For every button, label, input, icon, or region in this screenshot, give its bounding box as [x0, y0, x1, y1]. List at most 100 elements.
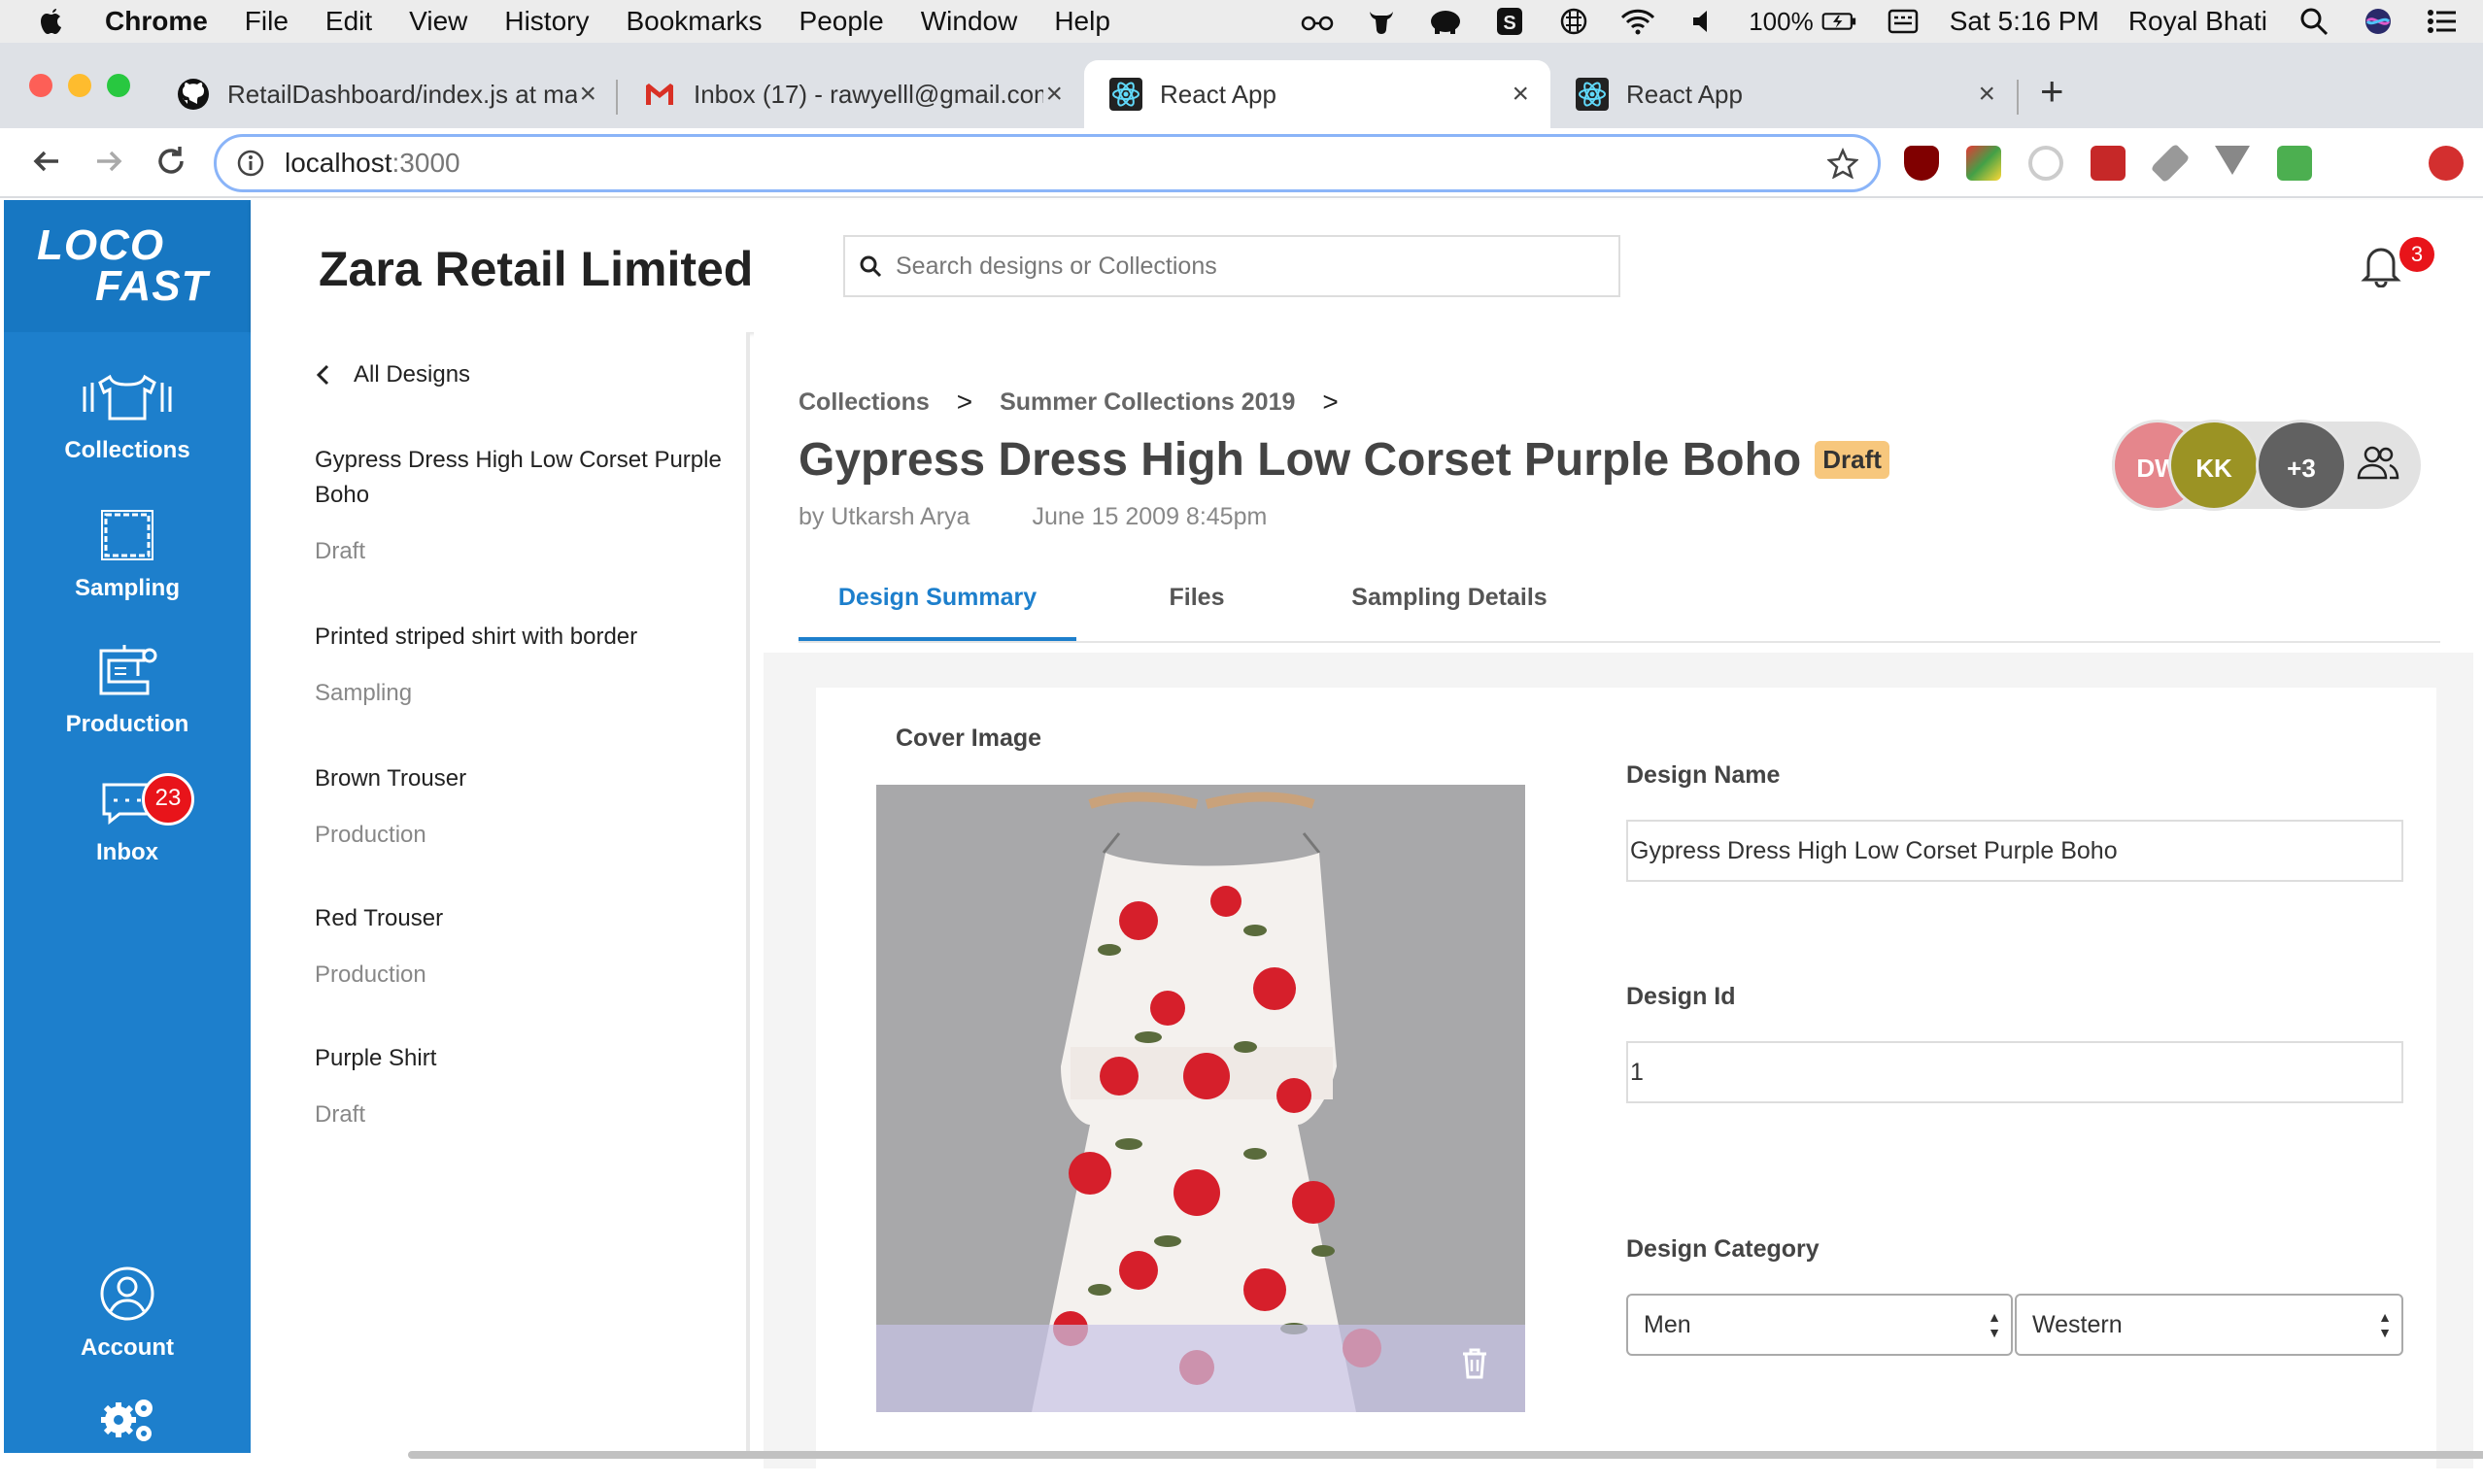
tab-files[interactable]: Files [1129, 573, 1265, 641]
menu-edit[interactable]: Edit [325, 6, 372, 37]
settings-gears-icon[interactable] [95, 1391, 159, 1445]
siri-icon[interactable] [2361, 7, 2396, 36]
all-designs-back-link[interactable]: All Designs [315, 361, 470, 388]
design-tabs: Design Summary Files Sampling Details [799, 573, 2440, 643]
tab-design-summary[interactable]: Design Summary [799, 573, 1076, 641]
category-select-gender[interactable]: Men ▲ ▼ [1626, 1294, 2013, 1356]
browser-tab-github[interactable]: RetailDashboard/index.js at ma × [152, 60, 618, 128]
mail-check-extension-icon[interactable] [2277, 146, 2312, 181]
grid-app-icon[interactable] [1556, 7, 1591, 36]
site-info-icon[interactable] [236, 149, 265, 178]
nav-item-collections[interactable]: Collections [4, 373, 251, 464]
breadcrumb-collections[interactable]: Collections [799, 388, 930, 417]
horizontal-scrollbar[interactable] [408, 1451, 2483, 1459]
design-id-label: Design Id [1626, 983, 1736, 1010]
nav-item-account[interactable]: Account [4, 1265, 251, 1362]
nav-item-inbox[interactable]: Inbox [4, 779, 251, 866]
target-extension-icon[interactable] [2028, 146, 2063, 181]
browser-tab-react[interactable]: React App × [1550, 60, 2019, 128]
browser-tab-strip: RetailDashboard/index.js at ma × Inbox (… [0, 43, 2483, 128]
menu-file[interactable]: File [245, 6, 289, 37]
bell-icon[interactable] [2361, 243, 2401, 287]
menu-view[interactable]: View [409, 6, 467, 37]
avatar[interactable]: KK [2168, 420, 2260, 511]
apple-icon[interactable] [37, 5, 66, 38]
vue-extension-icon[interactable] [2215, 146, 2250, 175]
eyedropper-extension-icon[interactable] [2150, 143, 2191, 184]
close-tab-icon[interactable]: × [1978, 78, 1995, 111]
bull-icon[interactable] [1364, 7, 1399, 36]
menu-app-name[interactable]: Chrome [105, 6, 208, 37]
battery-icon[interactable] [1821, 7, 1856, 36]
menu-history[interactable]: History [504, 6, 589, 37]
design-name-input[interactable] [1626, 820, 2403, 882]
design-list-item-status: Sampling [315, 680, 413, 706]
menu-window[interactable]: Window [921, 6, 1018, 37]
s-app-icon[interactable]: S [1492, 7, 1527, 36]
address-bar[interactable]: localhost:3000 [214, 134, 1881, 192]
reload-icon[interactable] [152, 142, 190, 181]
forward-arrow-icon[interactable] [89, 142, 128, 181]
close-tab-icon[interactable]: × [1512, 78, 1529, 111]
menu-people[interactable]: People [799, 6, 884, 37]
colorful-extension-icon[interactable] [1966, 146, 2001, 181]
browser-tab-react-active[interactable]: React App × [1084, 60, 1550, 128]
glasses-icon[interactable] [1300, 7, 1335, 36]
volume-icon[interactable] [1684, 7, 1719, 36]
window-minimize-button[interactable] [68, 74, 91, 97]
design-list-item[interactable]: Red Trouser Production [315, 901, 723, 989]
design-list-item[interactable]: Purple Shirt Draft [315, 1041, 723, 1129]
nav-label: Inbox [96, 839, 158, 865]
browser-tab-gmail[interactable]: Inbox (17) - rawyelll@gmail.com × [618, 60, 1084, 128]
design-list-item[interactable]: Gypress Dress High Low Corset Purple Boh… [315, 443, 723, 565]
browser-toolbar: localhost:3000 R [0, 128, 2483, 307]
inbox-badge: 23 [142, 773, 194, 826]
nav-item-production[interactable]: Production [4, 641, 251, 738]
user-name[interactable]: Royal Bhati [2128, 6, 2267, 37]
github-icon [178, 79, 209, 110]
design-list-item[interactable]: Brown Trouser Production [315, 761, 723, 849]
tab-title: React App [1160, 79, 1276, 109]
design-list-item-name: Printed striped shirt with border [315, 624, 638, 650]
design-id-input[interactable] [1626, 1041, 2403, 1103]
nav-item-sampling[interactable]: Sampling [4, 507, 251, 602]
new-tab-button[interactable]: + [2040, 71, 2064, 112]
design-list-item-status: Production [315, 961, 426, 988]
gmail-icon [646, 84, 673, 105]
tab-divider [2017, 80, 2019, 115]
window-close-button[interactable] [29, 74, 52, 97]
design-list-item[interactable]: Printed striped shirt with border Sampli… [315, 620, 723, 707]
ublock-extension-icon[interactable] [1904, 146, 1939, 181]
keyboard-icon[interactable] [1886, 7, 1921, 36]
battery-percent: 100% [1749, 6, 1814, 36]
evernote-icon[interactable] [1428, 7, 1463, 36]
breadcrumb-collection[interactable]: Summer Collections 2019 [1000, 388, 1295, 417]
window-maximize-button[interactable] [107, 74, 130, 97]
bookmark-star-icon[interactable] [1827, 148, 1858, 179]
nav-label: Collections [64, 437, 190, 463]
people-icon[interactable] [2357, 445, 2399, 482]
menu-help[interactable]: Help [1054, 6, 1110, 37]
nav-label: Sampling [74, 575, 180, 601]
logo[interactable]: LOCO FAST [4, 200, 251, 332]
category-select-style[interactable]: Western ▲ ▼ [2015, 1294, 2403, 1356]
select-value: Men [1644, 1310, 1691, 1338]
notification-center-icon[interactable] [2425, 7, 2460, 36]
search-box[interactable] [843, 235, 1620, 297]
back-arrow-icon[interactable] [27, 142, 66, 181]
wifi-icon[interactable] [1620, 7, 1655, 36]
design-list-item-name: Red Trouser [315, 905, 444, 931]
design-title: Gypress Dress High Low Corset Purple Boh… [799, 434, 1802, 486]
update-extension-icon[interactable] [2429, 146, 2464, 181]
clock[interactable]: Sat 5:16 PM [1950, 6, 2099, 37]
trash-icon[interactable] [1459, 1346, 1490, 1381]
search-input[interactable] [896, 252, 1595, 281]
menu-bookmarks[interactable]: Bookmarks [626, 6, 762, 37]
red-extension-icon[interactable] [2091, 146, 2126, 181]
spotlight-search-icon[interactable] [2296, 7, 2331, 36]
back-label: All Designs [354, 361, 471, 388]
avatar[interactable]: +3 [2256, 420, 2347, 511]
close-tab-icon[interactable]: × [1045, 78, 1063, 111]
tab-sampling-details[interactable]: Sampling Details [1323, 573, 1576, 641]
close-tab-icon[interactable]: × [579, 78, 596, 111]
